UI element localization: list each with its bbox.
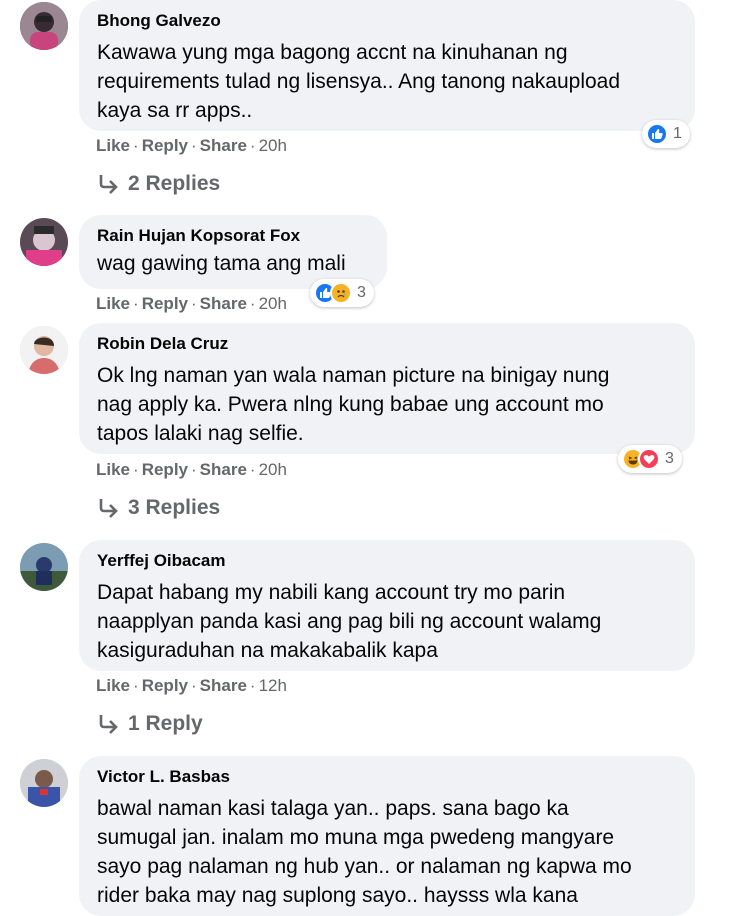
like-button[interactable]: Like: [96, 294, 130, 313]
view-replies-button[interactable]: 1 Reply: [96, 712, 203, 736]
comment-text: kaya sa rr apps..: [97, 99, 253, 122]
share-button[interactable]: Share: [200, 676, 247, 695]
comment-author[interactable]: Rain Hujan Kopsorat Fox: [97, 225, 369, 247]
avatar[interactable]: [20, 326, 68, 374]
comment-actions: Like · Reply · Share · 12h: [96, 676, 287, 695]
avatar[interactable]: [20, 218, 68, 266]
comment-author[interactable]: Yerffej Oibacam: [97, 550, 677, 572]
timestamp[interactable]: 20h: [259, 294, 287, 313]
comment-author[interactable]: Victor L. Basbas: [97, 766, 677, 788]
comment-text: kasiguraduhan na makakabalik kapa: [97, 639, 438, 662]
comment-actions: Like · Reply · Share · 20h: [96, 460, 287, 479]
comment-text: sayo pag nalaman ng hub yan.. or nalaman…: [97, 855, 632, 878]
avatar[interactable]: [20, 543, 68, 591]
comment-bubble: Bhong Galvezo Kawawa yung mga bagong acc…: [79, 0, 695, 131]
share-button[interactable]: Share: [200, 136, 247, 155]
reply-arrow-icon: [99, 715, 118, 734]
reaction-count: 3: [357, 284, 366, 301]
comment-text: requirements tulad ng lisensya.. Ang tan…: [97, 70, 621, 93]
reaction-summary[interactable]: 1: [642, 120, 690, 148]
timestamp[interactable]: 20h: [259, 460, 287, 479]
reaction-count: 3: [665, 450, 674, 467]
comment-text: bawal naman kasi talaga yan.. paps. sana…: [97, 797, 569, 820]
timestamp[interactable]: 20h: [259, 136, 287, 155]
reply-button[interactable]: Reply: [142, 676, 188, 695]
replies-label: 1 Reply: [128, 712, 203, 735]
reaction-summary[interactable]: 3: [310, 279, 374, 307]
share-button[interactable]: Share: [200, 294, 247, 313]
reply-arrow-icon: [99, 175, 118, 194]
reply-button[interactable]: Reply: [142, 136, 188, 155]
reply-button[interactable]: Reply: [142, 460, 188, 479]
comment-bubble: Rain Hujan Kopsorat Fox wag gawing tama …: [79, 215, 387, 289]
comment-text: tapos lalaki nag selfie.: [97, 422, 304, 445]
comment-bubble: Victor L. Basbas bawal naman kasi talaga…: [79, 756, 695, 916]
timestamp[interactable]: 12h: [259, 676, 287, 695]
like-icon: [646, 123, 668, 145]
view-replies-button[interactable]: 3 Replies: [96, 496, 220, 520]
like-button[interactable]: Like: [96, 460, 130, 479]
comment-text: sumugal jan. inalam mo muna mga pwedeng …: [97, 826, 615, 849]
avatar[interactable]: [20, 759, 68, 807]
replies-label: 3 Replies: [128, 496, 221, 519]
comment-author[interactable]: Robin Dela Cruz: [97, 333, 677, 355]
replies-label: 2 Replies: [128, 172, 221, 195]
reply-arrow-icon: [99, 499, 118, 518]
comment-text: Dapat habang my nabili kang account try …: [97, 581, 566, 604]
like-button[interactable]: Like: [96, 676, 130, 695]
comment-author[interactable]: Bhong Galvezo: [97, 10, 677, 32]
comment-bubble: Yerffej Oibacam Dapat habang my nabili k…: [79, 540, 695, 671]
comment-text: wag gawing tama ang mali: [97, 252, 346, 275]
comment-text: Kawawa yung mga bagong accnt na kinuhana…: [97, 41, 568, 64]
share-button[interactable]: Share: [200, 460, 247, 479]
comment-text: naapplyan panda kasi ang pag bili ng acc…: [97, 610, 602, 633]
reply-button[interactable]: Reply: [142, 294, 188, 313]
comment-actions: Like · Reply · Share · 20h: [96, 136, 287, 155]
reaction-summary[interactable]: 3: [618, 445, 682, 473]
view-replies-button[interactable]: 2 Replies: [96, 172, 220, 196]
comment-text: nag apply ka. Pwera nlng kung babae ung …: [97, 393, 604, 416]
like-button[interactable]: Like: [96, 136, 130, 155]
comment-actions: Like · Reply · Share · 20h: [96, 294, 287, 313]
sad-icon: [330, 282, 352, 304]
comment-text: Ok lng naman yan wala naman picture na b…: [97, 364, 610, 387]
avatar[interactable]: [20, 2, 68, 50]
comment-bubble: Robin Dela Cruz Ok lng naman yan wala na…: [79, 323, 695, 454]
comment-text: rider baka may nag suplong sayo.. haysss…: [97, 884, 578, 907]
love-icon: [638, 448, 660, 470]
reaction-count: 1: [673, 125, 682, 142]
